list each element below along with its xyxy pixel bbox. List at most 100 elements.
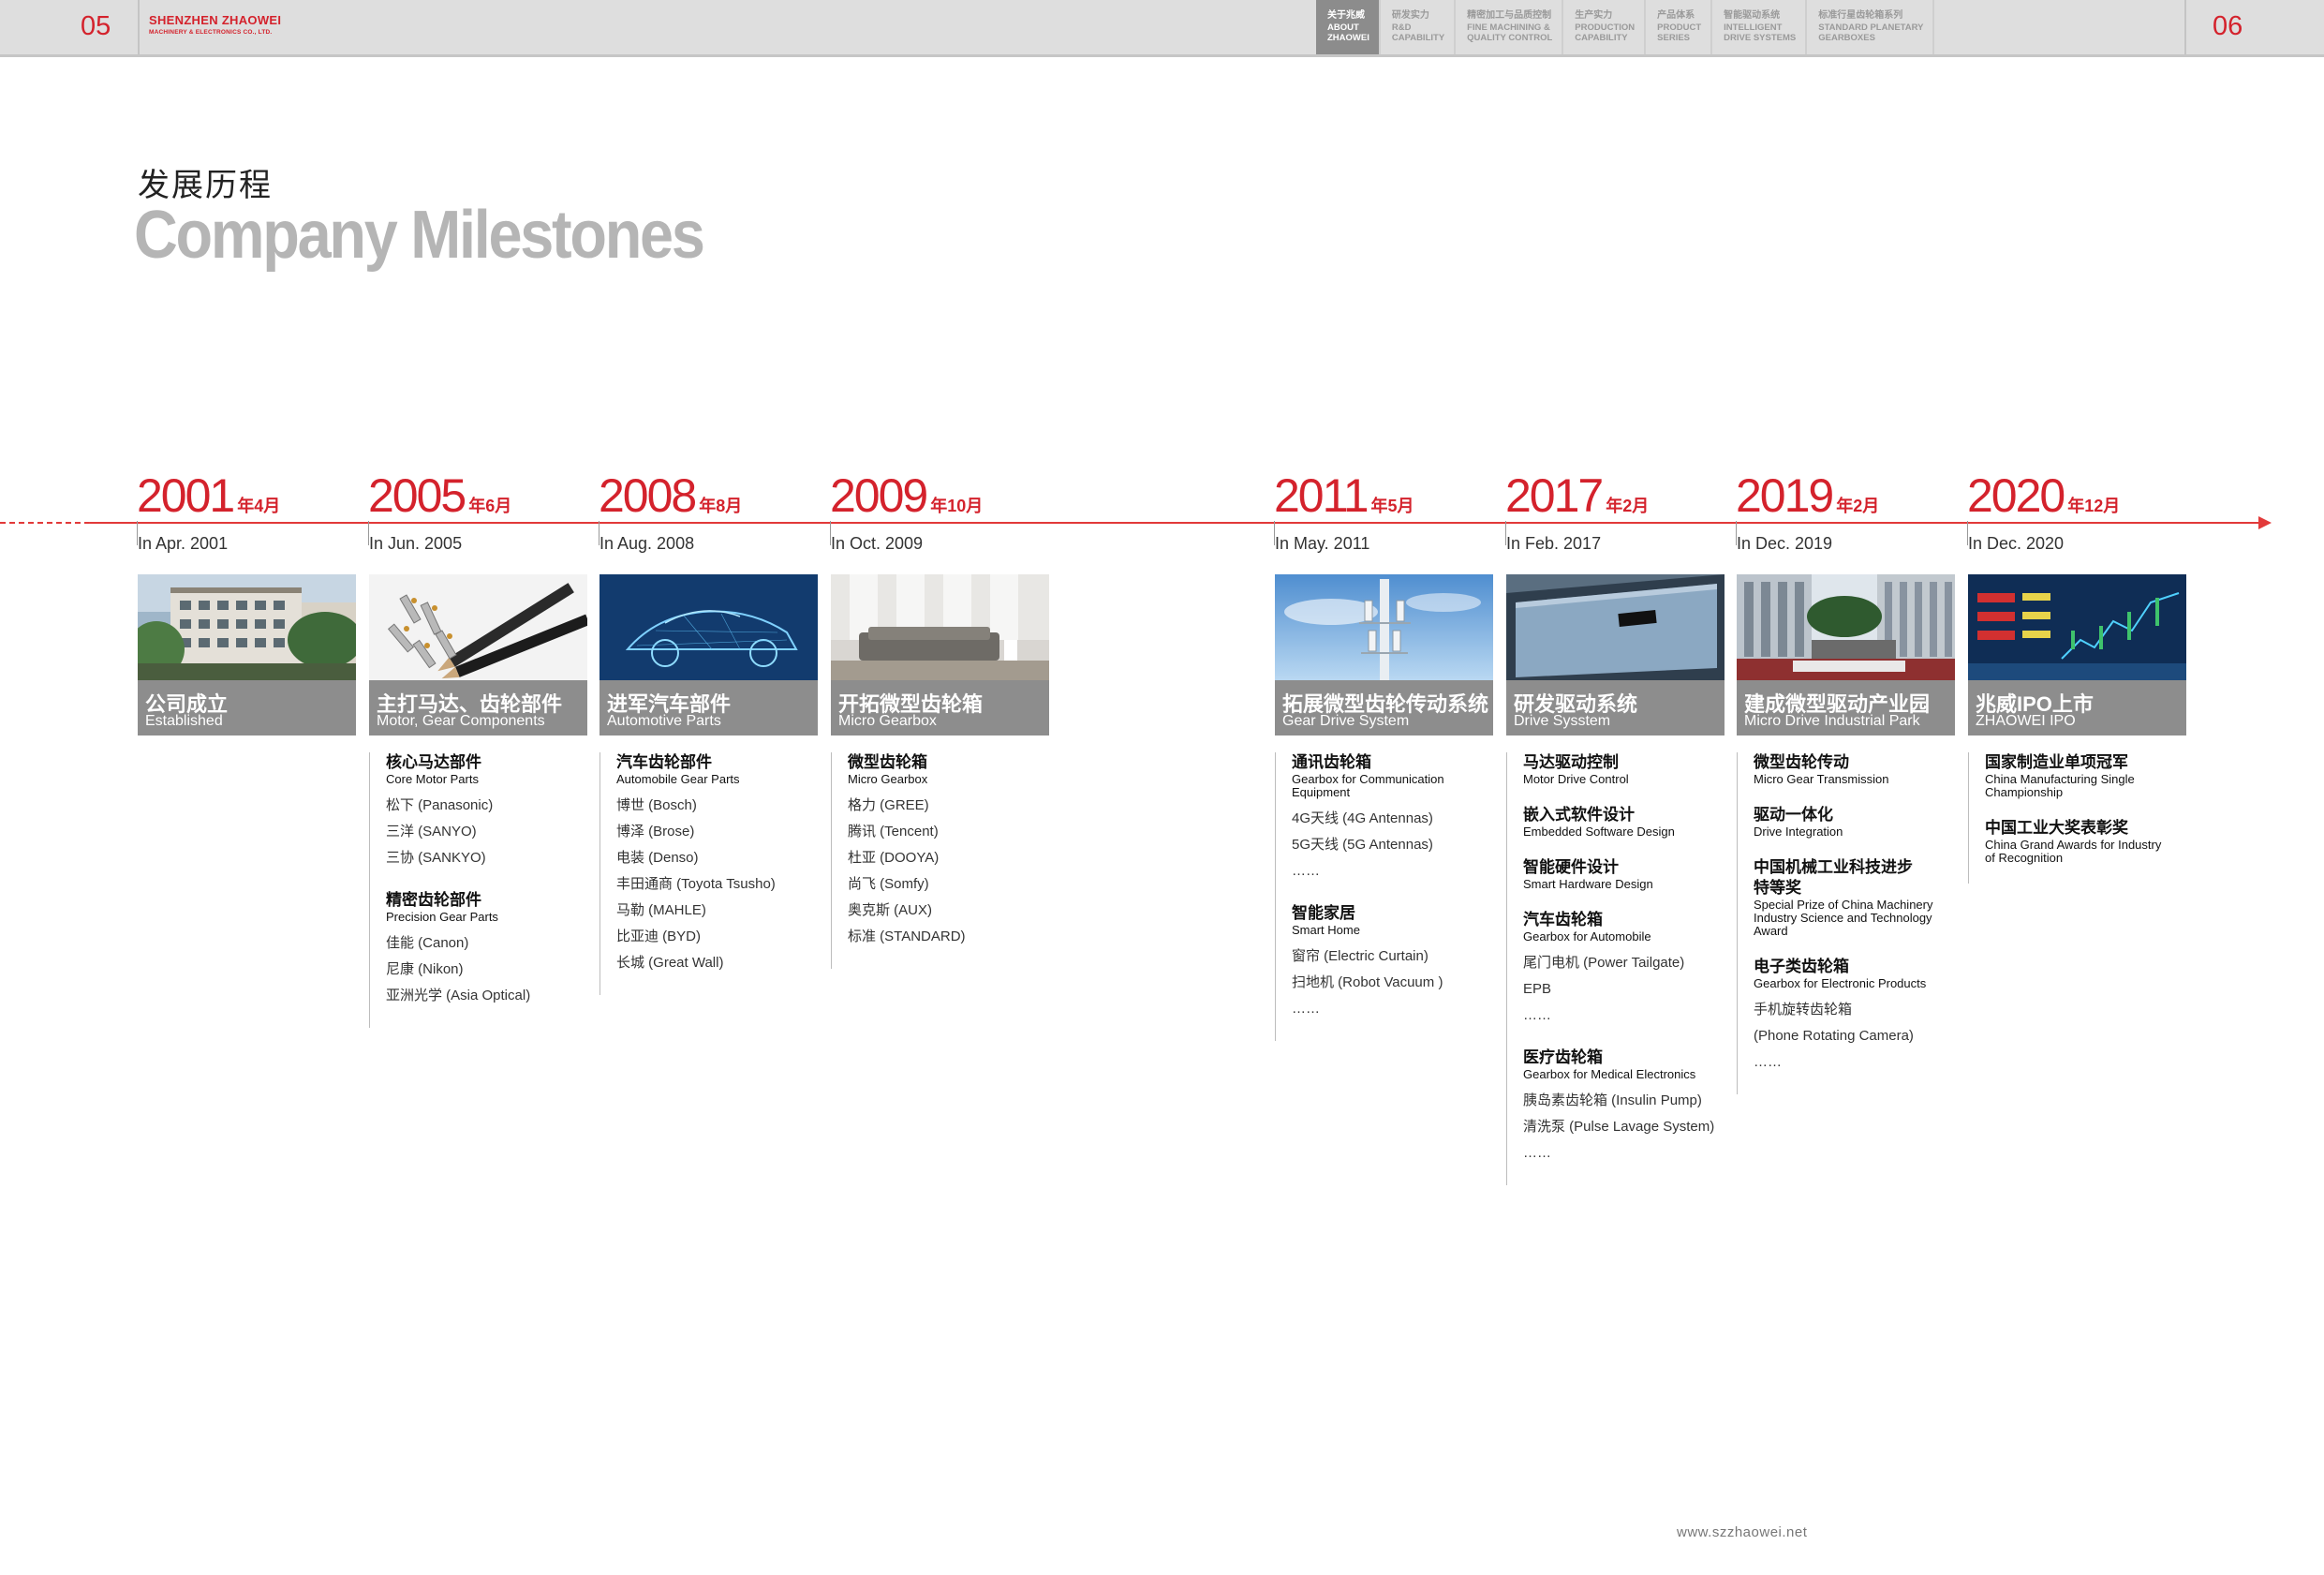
- group-title-en: Precision Gear Parts: [386, 910, 498, 924]
- detail-group: 马达驱动控制 Motor Drive Control: [1523, 752, 1731, 786]
- group-title-en: Micro Gear Transmission: [1754, 772, 1889, 786]
- nav-tab-label-cn: 研发实力: [1391, 10, 1429, 21]
- detail-group: 汽车齿轮部件 Automobile Gear Parts 博世 (Bosch) 博泽 …: [616, 752, 824, 976]
- milestone-details: 通讯齿轮箱 Gearbox for Communication Equipment…: [1275, 752, 1500, 1041]
- detail-item: ……: [1292, 1001, 1320, 1017]
- group-title-en: Micro Gearbox: [848, 772, 928, 786]
- group-title-en: Gearbox for Communication Equipment: [1292, 772, 1444, 799]
- card-title-en: Motor, Gear Components: [377, 713, 545, 729]
- detail-group: 微型齿轮传动 Micro Gear Transmission: [1754, 752, 1961, 786]
- top-header-bar: 05 SHENZHEN ZHAOWEI MACHINERY & ELECTRON…: [0, 0, 2324, 57]
- gear-parts-image: [369, 574, 587, 680]
- device-image: [1506, 574, 1724, 680]
- page-number-left: 05: [81, 11, 111, 41]
- group-title-en: Gearbox for Medical Electronics: [1523, 1067, 1696, 1081]
- group-title-cn: 智能家居: [1292, 904, 1355, 922]
- detail-item: ……: [1523, 1007, 1551, 1023]
- detail-item: 手机旋转齿轮箱: [1754, 1002, 1853, 1018]
- group-title-en: Gearbox for Automobile: [1523, 929, 1651, 944]
- detail-item: 窗帘 (Electric Curtain): [1292, 948, 1428, 964]
- group-title-cn: 驱动一体化: [1754, 806, 1833, 824]
- nav-tab-label-en: FINE MACHINING & QUALITY CONTROL: [1467, 22, 1553, 43]
- milestone-year: 2005 年6月: [368, 468, 511, 523]
- detail-item: 杜亚 (DOOYA): [848, 850, 940, 866]
- page-number-right: 06: [2213, 11, 2243, 41]
- group-title-cn: 微型齿轮箱: [848, 753, 927, 771]
- group-title-cn: 电子类齿轮箱: [1754, 958, 1849, 975]
- group-title-cn: 汽车齿轮部件: [616, 753, 712, 771]
- milestone-year: 2011 年5月: [1274, 468, 1414, 523]
- brand-name: SHENZHEN ZHAOWEI: [149, 13, 282, 27]
- group-title-en: Embedded Software Design: [1523, 825, 1675, 839]
- card-title-en: Drive Sysstem: [1514, 713, 1611, 729]
- nav-tab-label-cn: 生产实力: [1575, 10, 1613, 21]
- brand-logo: SHENZHEN ZHAOWEI MACHINERY & ELECTRONICS…: [149, 13, 281, 36]
- detail-item: 亚洲光学 (Asia Optical): [386, 988, 531, 1003]
- milestone-details: 微型齿轮传动 Micro Gear Transmission 驱动一体化 Drive …: [1737, 752, 1961, 1094]
- detail-group: 嵌入式软件设计 Embedded Software Design: [1523, 805, 1731, 839]
- milestone-card: 拓展微型齿轮传动系统 Gear Drive System: [1275, 574, 1493, 735]
- nav-tab-label-en: PRODUCTION CAPABILITY: [1575, 22, 1636, 43]
- nav-tab[interactable]: 智能驱动系统 INTELLIGENT DRIVE SYSTEMS: [1712, 0, 1808, 54]
- group-title-cn: 中国机械工业科技进步 特等奖: [1754, 858, 1913, 897]
- group-title-cn: 微型齿轮传动: [1754, 753, 1849, 771]
- year-month: 年4月: [237, 497, 281, 515]
- nav-tab[interactable]: 生产实力 PRODUCTION CAPABILITY: [1563, 0, 1647, 54]
- detail-item: ……: [1292, 863, 1320, 879]
- page-title-en: Company Milestones: [134, 198, 705, 273]
- group-title-cn: 国家制造业单项冠军: [1985, 753, 2128, 771]
- nav-tab[interactable]: 关于兆威 ABOUT ZHAOWEI: [1316, 0, 1381, 54]
- detail-item: 标准 (STANDARD): [848, 929, 966, 944]
- milestone-details: 汽车齿轮部件 Automobile Gear Parts 博世 (Bosch) 博泽 …: [600, 752, 824, 995]
- year-number: 2017: [1505, 469, 1604, 522]
- group-title-en: Special Prize of China Machinery Industr…: [1754, 898, 1933, 938]
- nav-tab[interactable]: 研发实力 R&D CAPABILITY: [1381, 0, 1457, 54]
- group-title-cn: 嵌入式软件设计: [1523, 806, 1635, 824]
- nav-tab[interactable]: 精密加工与品质控制 FINE MACHINING & QUALITY CONTRO…: [1456, 0, 1564, 54]
- milestone-card: 主打马达、齿轮部件 Motor, Gear Components: [369, 574, 587, 735]
- detail-group: 国家制造业单项冠军 China Manufacturing Single Cham…: [1985, 752, 2193, 799]
- detail-item: EPB: [1523, 981, 1552, 997]
- group-title-en: Drive Integration: [1754, 825, 1843, 839]
- detail-group: 医疗齿轮箱 Gearbox for Medical Electronics 胰岛素齿…: [1523, 1048, 1731, 1166]
- milestone-year: 2020 年12月: [1967, 468, 2120, 523]
- detail-group: 微型齿轮箱 Micro Gearbox 格力 (GREE) 腾讯 (Tencent) 杜…: [848, 752, 1056, 950]
- group-title-cn: 医疗齿轮箱: [1523, 1048, 1603, 1066]
- detail-item: 丰田通商 (Toyota Tsusho): [616, 876, 776, 892]
- website-url[interactable]: www.szzhaowei.net: [1677, 1524, 1807, 1540]
- nav-tab[interactable]: 产品体系 PRODUCT SERIES: [1646, 0, 1713, 54]
- nav-tab-label-en: STANDARD PLANETARY GEARBOXES: [1818, 22, 1924, 43]
- divider: [2184, 0, 2186, 54]
- nav-tab-label-en: ABOUT ZHAOWEI: [1327, 22, 1369, 43]
- card-title-en: Established: [145, 713, 223, 729]
- nav-tab[interactable]: 标准行星齿轮箱系列 STANDARD PLANETARY GEARBOXES: [1807, 0, 1935, 54]
- milestone-card: 研发驱动系统 Drive Sysstem: [1506, 574, 1724, 735]
- card-title-en: Micro Drive Industrial Park: [1744, 713, 1920, 729]
- milestone-year: 2008 年8月: [599, 468, 742, 523]
- group-title-cn: 马达驱动控制: [1523, 753, 1619, 771]
- detail-item: 博泽 (Brose): [616, 824, 695, 840]
- group-title-en: Automobile Gear Parts: [616, 772, 740, 786]
- stock-chart-image: [1968, 574, 2186, 680]
- year-month: 年8月: [699, 497, 743, 515]
- group-title-en: China Grand Awards for Industry of Recog…: [1985, 838, 2162, 865]
- detail-item: 格力 (GREE): [848, 797, 929, 813]
- milestone-card: 兆威IPO上市 ZHAOWEI IPO: [1968, 574, 2186, 735]
- group-title-en: Smart Home: [1292, 923, 1360, 937]
- milestone-card: 进军汽车部件 Automotive Parts: [600, 574, 818, 735]
- group-title-cn: 汽车齿轮箱: [1523, 911, 1603, 929]
- detail-group: 精密齿轮部件 Precision Gear Parts 佳能 (Canon) 尼康 (…: [386, 890, 594, 1009]
- nav-tab-label-en: PRODUCT SERIES: [1657, 22, 1702, 43]
- milestone-date: In Dec. 2019: [1737, 534, 1833, 553]
- detail-item: 长城 (Great Wall): [616, 955, 724, 971]
- year-number: 2020: [1967, 469, 2065, 522]
- detail-group: 汽车齿轮箱 Gearbox for Automobile 尾门电机 (Power T…: [1523, 910, 1731, 1029]
- nav-tab-label-en: INTELLIGENT DRIVE SYSTEMS: [1724, 22, 1797, 43]
- milestone-year: 2017 年2月: [1505, 468, 1649, 523]
- section-nav: 关于兆威 ABOUT ZHAOWEI 研发实力 R&D CAPABILITY 精密加工与…: [1316, 0, 1935, 54]
- detail-item: 扫地机 (Robot Vacuum ): [1292, 974, 1443, 990]
- detail-item: 4G天线 (4G Antennas): [1292, 810, 1433, 826]
- detail-group: 中国机械工业科技进步 特等奖 Special Prize of China Mac…: [1754, 857, 1961, 938]
- detail-group: 驱动一体化 Drive Integration: [1754, 805, 1961, 839]
- detail-item: 尼康 (Nikon): [386, 961, 464, 977]
